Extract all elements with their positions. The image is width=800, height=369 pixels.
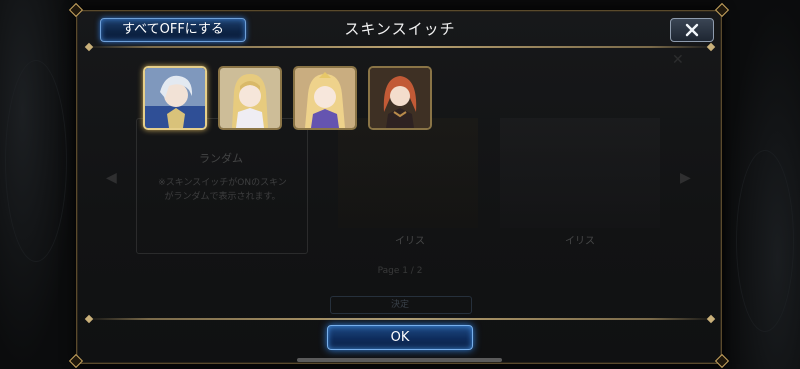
close-icon bbox=[685, 23, 699, 37]
background-next-arrow-icon: ▶ bbox=[680, 170, 691, 186]
character-portrait-icon bbox=[220, 68, 280, 128]
background-confirm-label: 決定 bbox=[390, 300, 409, 310]
portrait-red-hair-girl[interactable] bbox=[368, 66, 432, 130]
portrait-blonde-girl-1[interactable] bbox=[218, 66, 282, 130]
background-panel-description: ※スキンスイッチがONのスキン がランダムで表示されます。 bbox=[140, 176, 305, 204]
left-backdrop bbox=[0, 0, 75, 369]
background-prev-arrow-icon: ◀ bbox=[106, 170, 117, 186]
footer-divider bbox=[86, 318, 714, 320]
character-portrait-icon bbox=[145, 68, 205, 128]
character-portrait-icon bbox=[370, 68, 430, 128]
background-panel-title: ランダム bbox=[199, 152, 243, 165]
skin-portrait-list bbox=[143, 66, 432, 130]
character-portrait-icon bbox=[295, 68, 355, 128]
backdrop-swirl bbox=[736, 150, 794, 332]
portrait-blonde-girl-2[interactable] bbox=[293, 66, 357, 130]
background-skin-card bbox=[500, 118, 660, 228]
background-card-name: イリス bbox=[565, 236, 595, 247]
ok-button[interactable]: OK bbox=[327, 325, 473, 350]
background-card-name: イリス bbox=[395, 236, 425, 247]
background-skin-card bbox=[338, 118, 478, 228]
background-desc-line: ※スキンスイッチがONのスキン bbox=[158, 178, 287, 188]
home-indicator[interactable] bbox=[297, 358, 502, 362]
portrait-silver-hair-knight[interactable] bbox=[143, 66, 207, 130]
background-desc-line: がランダムで表示されます。 bbox=[164, 192, 281, 202]
background-page-indicator: Page 1 / 2 bbox=[377, 266, 423, 276]
right-backdrop bbox=[725, 0, 800, 369]
backdrop-swirl bbox=[5, 60, 67, 262]
header-divider bbox=[86, 46, 714, 48]
close-button[interactable] bbox=[670, 18, 714, 42]
background-close-icon: ✕ bbox=[672, 52, 684, 68]
